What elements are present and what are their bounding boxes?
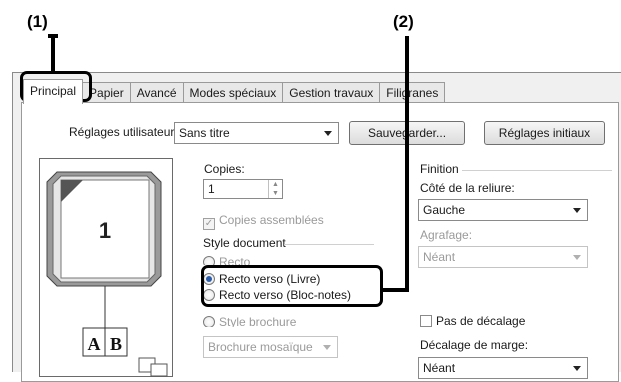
chevron-down-icon — [323, 345, 331, 350]
margin-shift-label: Décalage de marge: — [420, 338, 529, 352]
finishing-label: Finition — [420, 162, 459, 176]
stapling-value: Néant — [423, 250, 456, 264]
callout-1-leader-dot — [48, 34, 58, 38]
collate-label: Copies assemblées — [219, 213, 324, 227]
callout-2-label: (2) — [393, 12, 414, 31]
page-preview-image: 1 A B — [39, 158, 173, 377]
book-letter-b: B — [110, 334, 122, 354]
margin-shift-value: Néant — [423, 361, 456, 375]
tab-modes-speciaux[interactable]: Modes spéciaux — [182, 82, 284, 104]
binding-side-value: Gauche — [423, 203, 466, 217]
chevron-down-icon — [573, 255, 581, 260]
checkmark-icon: ✓ — [203, 218, 215, 230]
default-settings-button[interactable]: Réglages initiaux — [484, 121, 605, 145]
brochure-value: Brochure mosaïque — [208, 340, 313, 354]
user-settings-label: Réglages utilisateur: — [69, 125, 178, 139]
radio-brochure-label: Style brochure — [219, 315, 297, 327]
tab-panel-principal: Réglages utilisateur: Sans titre Sauvega… — [21, 102, 619, 382]
stapling-label: Agrafage: — [420, 228, 473, 242]
callout-2-leader-line — [405, 36, 409, 291]
stepper-arrows-icon[interactable]: ▲ ▼ — [268, 180, 282, 198]
callout-2-highlight — [201, 265, 383, 307]
book-letter-a: A — [88, 334, 101, 354]
tab-principal[interactable]: Principal — [23, 79, 84, 104]
callout-1-label: (1) — [27, 12, 48, 31]
brochure-select[interactable]: Brochure mosaïque — [203, 336, 338, 358]
radio-icon — [203, 316, 215, 327]
callout-1-leader-line — [51, 34, 55, 72]
no-offset-checkbox[interactable]: Pas de décalage — [420, 314, 525, 328]
binding-side-label: Côté de la reliure: — [420, 181, 515, 195]
collate-checkbox[interactable]: ✓ Copies assemblées — [203, 213, 324, 230]
user-settings-value: Sans titre — [179, 126, 230, 140]
stapling-select[interactable]: Néant — [418, 246, 588, 268]
finishing-divider — [462, 170, 612, 171]
tab-gestion-travaux[interactable]: Gestion travaux — [282, 82, 381, 104]
user-settings-select[interactable]: Sans titre — [174, 122, 339, 144]
chevron-down-icon — [573, 208, 581, 213]
callout-2-leader-elbow — [381, 288, 409, 292]
copies-stepper[interactable]: 1 ▲ ▼ — [203, 179, 283, 199]
printer-properties-window: Principal Papier Avancé Modes spéciaux G… — [12, 72, 621, 382]
document-style-label: Style document — [203, 236, 286, 250]
radio-recto[interactable]: Recto — [203, 255, 250, 265]
document-style-divider — [284, 244, 374, 245]
radio-style-brochure[interactable]: Style brochure — [203, 315, 296, 327]
margin-shift-select[interactable]: Néant — [418, 357, 588, 379]
no-offset-label: Pas de décalage — [436, 314, 526, 328]
binding-side-select[interactable]: Gauche — [418, 199, 588, 221]
tab-avance[interactable]: Avancé — [129, 82, 184, 104]
preview-page-number: 1 — [99, 218, 111, 243]
copies-value: 1 — [208, 182, 215, 196]
radio-icon — [203, 256, 215, 265]
radio-recto-label: Recto — [219, 255, 251, 265]
copies-label: Copies: — [204, 162, 245, 176]
tab-filigranes[interactable]: Filigranes — [379, 82, 446, 104]
checkbox-icon — [420, 315, 432, 327]
chevron-down-icon — [324, 131, 332, 136]
